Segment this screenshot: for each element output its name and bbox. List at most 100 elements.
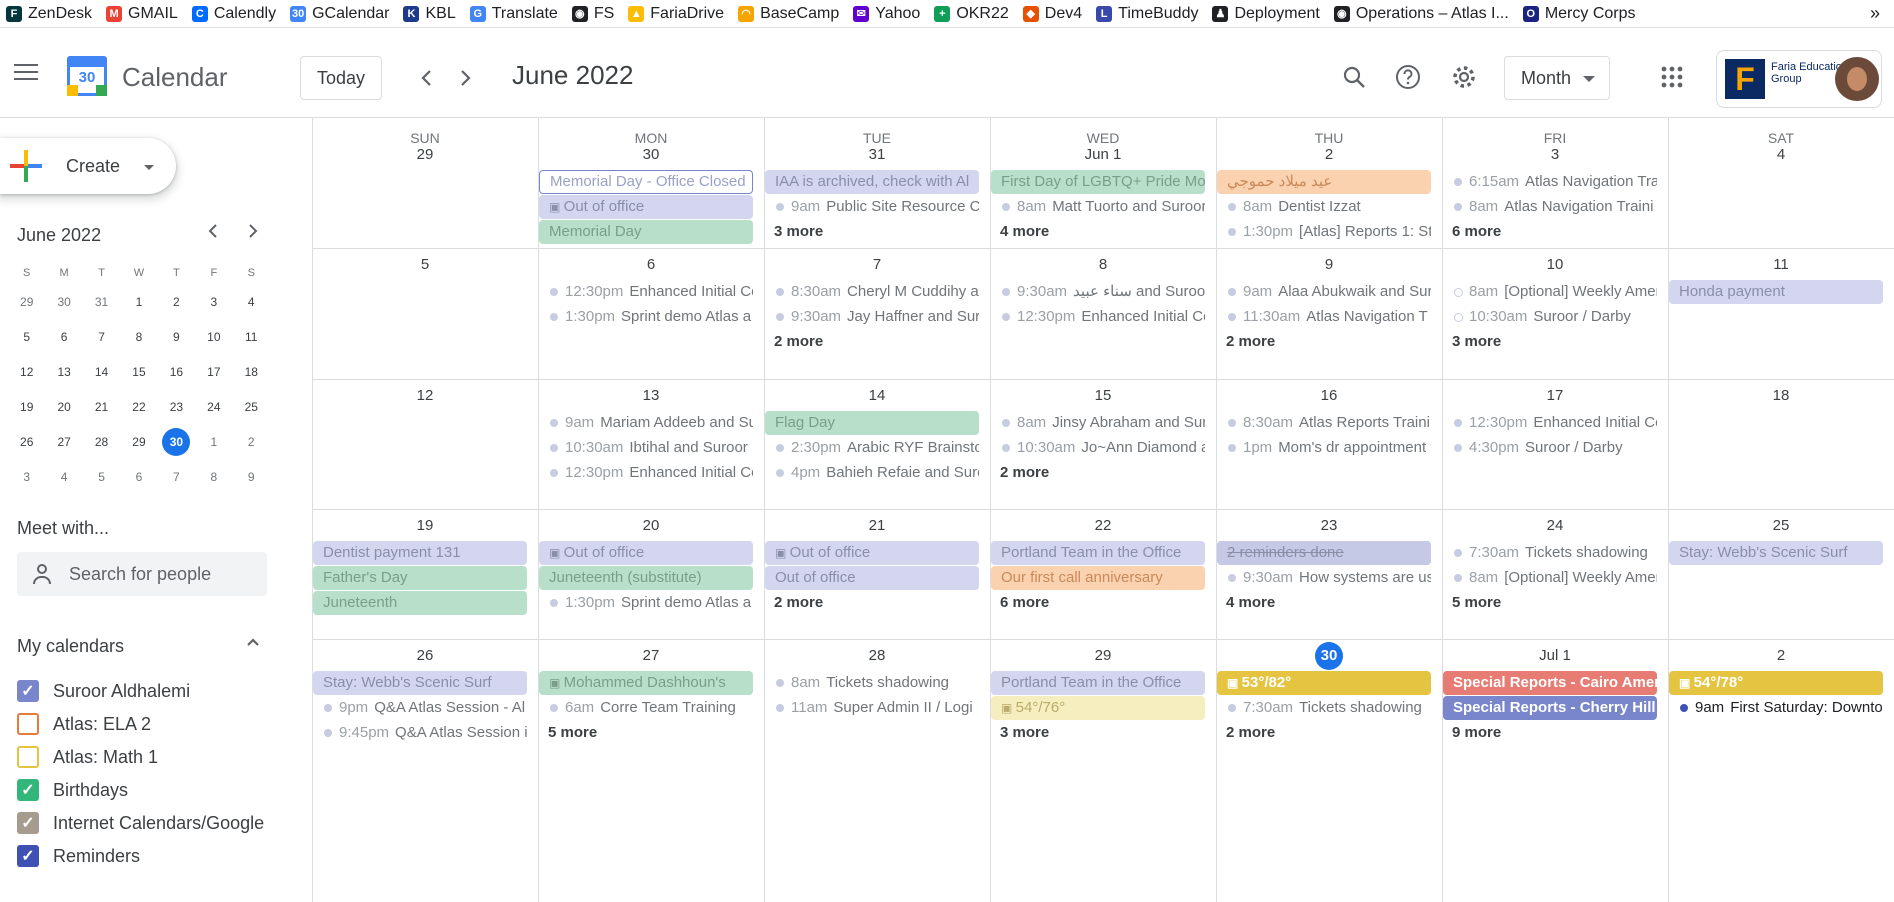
day-number[interactable]: 3 xyxy=(1442,146,1668,163)
bookmark-calendly[interactable]: C Calendly xyxy=(188,0,284,27)
mini-calendar-day[interactable]: 28 xyxy=(83,424,120,459)
mini-calendar-day[interactable]: 7 xyxy=(83,319,120,354)
event-chip[interactable]: 9pm Q&A Atlas Session - Al xyxy=(313,696,527,720)
view-switcher-dropdown[interactable]: Month xyxy=(1504,56,1610,100)
more-events-link[interactable]: 3 more xyxy=(764,220,823,244)
day-number[interactable]: 27 xyxy=(538,647,764,664)
mini-calendar-day[interactable]: 5 xyxy=(8,319,45,354)
all-day-event[interactable]: Portland Team in the Office xyxy=(991,541,1205,565)
event-chip[interactable]: 11am Super Admin II / Logi xyxy=(765,696,979,720)
bookmark-fs[interactable]: ◉ FS xyxy=(568,0,622,27)
search-icon[interactable] xyxy=(1338,61,1370,93)
event-chip[interactable]: 9:45pm Q&A Atlas Session i xyxy=(313,721,527,745)
day-number[interactable]: 11 xyxy=(1668,256,1894,273)
bookmark-translate[interactable]: G Translate xyxy=(466,0,566,27)
day-number[interactable]: 2 xyxy=(1668,647,1894,664)
checkbox[interactable]: ✓ xyxy=(17,845,39,867)
mini-calendar-day[interactable]: 4 xyxy=(45,459,82,494)
event-chip[interactable]: 9am Mariam Addeeb and Su xyxy=(539,411,753,435)
chevron-up-icon[interactable] xyxy=(246,634,260,652)
event-chip[interactable]: 8am Tickets shadowing xyxy=(765,671,979,695)
all-day-event[interactable]: Juneteenth (substitute) xyxy=(539,566,753,590)
mini-calendar-day[interactable]: 29 xyxy=(8,284,45,319)
checkbox[interactable]: ✓ xyxy=(17,812,39,834)
all-day-event[interactable]: ▣ Out of office xyxy=(539,195,753,219)
all-day-event[interactable]: Flag Day xyxy=(765,411,979,435)
more-events-link[interactable]: 2 more xyxy=(1216,330,1275,354)
more-events-link[interactable]: 2 more xyxy=(1216,721,1275,745)
all-day-event[interactable]: Honda payment xyxy=(1669,280,1883,304)
all-day-event[interactable]: ▣ Out of office xyxy=(765,541,979,565)
day-number[interactable]: 16 xyxy=(1216,387,1442,404)
mini-calendar-day[interactable]: 29 xyxy=(120,424,157,459)
bookmark-operations-atlas-i-[interactable]: ◉ Operations – Atlas I... xyxy=(1330,0,1517,27)
day-number[interactable]: 12 xyxy=(312,387,538,404)
more-events-link[interactable]: 3 more xyxy=(990,721,1049,745)
all-day-event[interactable]: عيد ميلاد حموجي xyxy=(1217,170,1431,194)
day-number[interactable]: 6 xyxy=(538,256,764,273)
search-people-input[interactable]: Search for people xyxy=(17,552,267,596)
day-number[interactable]: 24 xyxy=(1442,517,1668,534)
mini-calendar-day[interactable]: 26 xyxy=(8,424,45,459)
checkbox[interactable] xyxy=(17,713,39,735)
event-chip[interactable]: 9:30am Jay Haffner and Sur xyxy=(765,305,979,329)
day-number[interactable]: 10 xyxy=(1442,256,1668,273)
my-calendars-title[interactable]: My calendars xyxy=(17,636,124,657)
day-number[interactable]: Jul 1 xyxy=(1442,647,1668,664)
all-day-event[interactable]: Portland Team in the Office xyxy=(991,671,1205,695)
day-number[interactable]: 19 xyxy=(312,517,538,534)
more-events-link[interactable]: 5 more xyxy=(538,721,597,745)
bookmark-okr22[interactable]: + OKR22 xyxy=(930,0,1016,27)
mini-calendar-day[interactable]: 4 xyxy=(233,284,270,319)
day-number[interactable]: 14 xyxy=(764,387,990,404)
mini-calendar-day[interactable]: 9 xyxy=(158,319,195,354)
mini-calendar-day[interactable]: 19 xyxy=(8,389,45,424)
mini-calendar-prev-button[interactable] xyxy=(208,222,218,245)
day-number[interactable]: Jun 1 xyxy=(990,146,1216,163)
all-day-event[interactable]: Memorial Day xyxy=(539,220,753,244)
event-chip[interactable]: 8am Matt Tuorto and Suroor xyxy=(991,195,1205,219)
mini-calendar-day[interactable]: 9 xyxy=(233,459,270,494)
mini-calendar-day[interactable]: 20 xyxy=(45,389,82,424)
main-menu-icon[interactable] xyxy=(14,64,38,82)
mini-calendar-day[interactable]: 3 xyxy=(195,284,232,319)
event-chip[interactable]: 11:30am Atlas Navigation T xyxy=(1217,305,1431,329)
day-number[interactable]: 29 xyxy=(312,146,538,163)
day-number[interactable]: 9 xyxy=(1216,256,1442,273)
day-number[interactable]: 26 xyxy=(312,647,538,664)
all-day-event[interactable]: Special Reports - Cherry Hill I xyxy=(1443,696,1657,720)
all-day-event[interactable]: ▣ 54°/78° xyxy=(1669,671,1883,695)
mini-calendar-day[interactable]: 2 xyxy=(233,424,270,459)
bookmark-dev4[interactable]: ◆ Dev4 xyxy=(1019,0,1090,27)
mini-calendar-day[interactable]: 10 xyxy=(195,319,232,354)
all-day-event[interactable]: Stay: Webb's Scenic Surf xyxy=(313,671,527,695)
mini-calendar-day[interactable]: 17 xyxy=(195,354,232,389)
event-chip[interactable]: 10:30am Suroor / Darby xyxy=(1443,305,1657,329)
all-day-event[interactable]: First Day of LGBTQ+ Pride Mo xyxy=(991,170,1205,194)
apps-grid-icon[interactable] xyxy=(1656,61,1688,93)
bookmark-gcalendar[interactable]: 30 GCalendar xyxy=(286,0,397,27)
all-day-event[interactable]: Stay: Webb's Scenic Surf xyxy=(1669,541,1883,565)
mini-calendar-day[interactable]: 27 xyxy=(45,424,82,459)
event-chip[interactable]: 9am First Saturday: Downto xyxy=(1669,696,1883,720)
all-day-event[interactable]: 2 reminders done xyxy=(1217,541,1431,565)
mini-calendar-day[interactable]: 3 xyxy=(8,459,45,494)
mini-calendar-day[interactable]: 23 xyxy=(158,389,195,424)
mini-calendar-day[interactable]: 8 xyxy=(195,459,232,494)
event-chip[interactable]: 9:30am سناء عبيد and Suroor xyxy=(991,280,1205,304)
all-day-event[interactable]: Our first call anniversary xyxy=(991,566,1205,590)
event-chip[interactable]: 1pm Mom's dr appointment xyxy=(1217,436,1431,460)
mini-calendar-day[interactable]: 14 xyxy=(83,354,120,389)
more-events-link[interactable]: 2 more xyxy=(764,591,823,615)
day-number[interactable]: 20 xyxy=(538,517,764,534)
event-chip[interactable]: 4:30pm Suroor / Darby xyxy=(1443,436,1657,460)
mini-calendar-day[interactable]: 8 xyxy=(120,319,157,354)
event-chip[interactable]: 2:30pm Arabic RYF Brainsto xyxy=(765,436,979,460)
mini-calendar-day[interactable]: 1 xyxy=(195,424,232,459)
day-number[interactable]: 15 xyxy=(990,387,1216,404)
more-events-link[interactable]: 4 more xyxy=(1216,591,1275,615)
event-chip[interactable]: 9am Public Site Resource C xyxy=(765,195,979,219)
mini-calendar-day[interactable]: 5 xyxy=(83,459,120,494)
mini-calendar-day[interactable]: 21 xyxy=(83,389,120,424)
more-events-link[interactable]: 2 more xyxy=(764,330,823,354)
